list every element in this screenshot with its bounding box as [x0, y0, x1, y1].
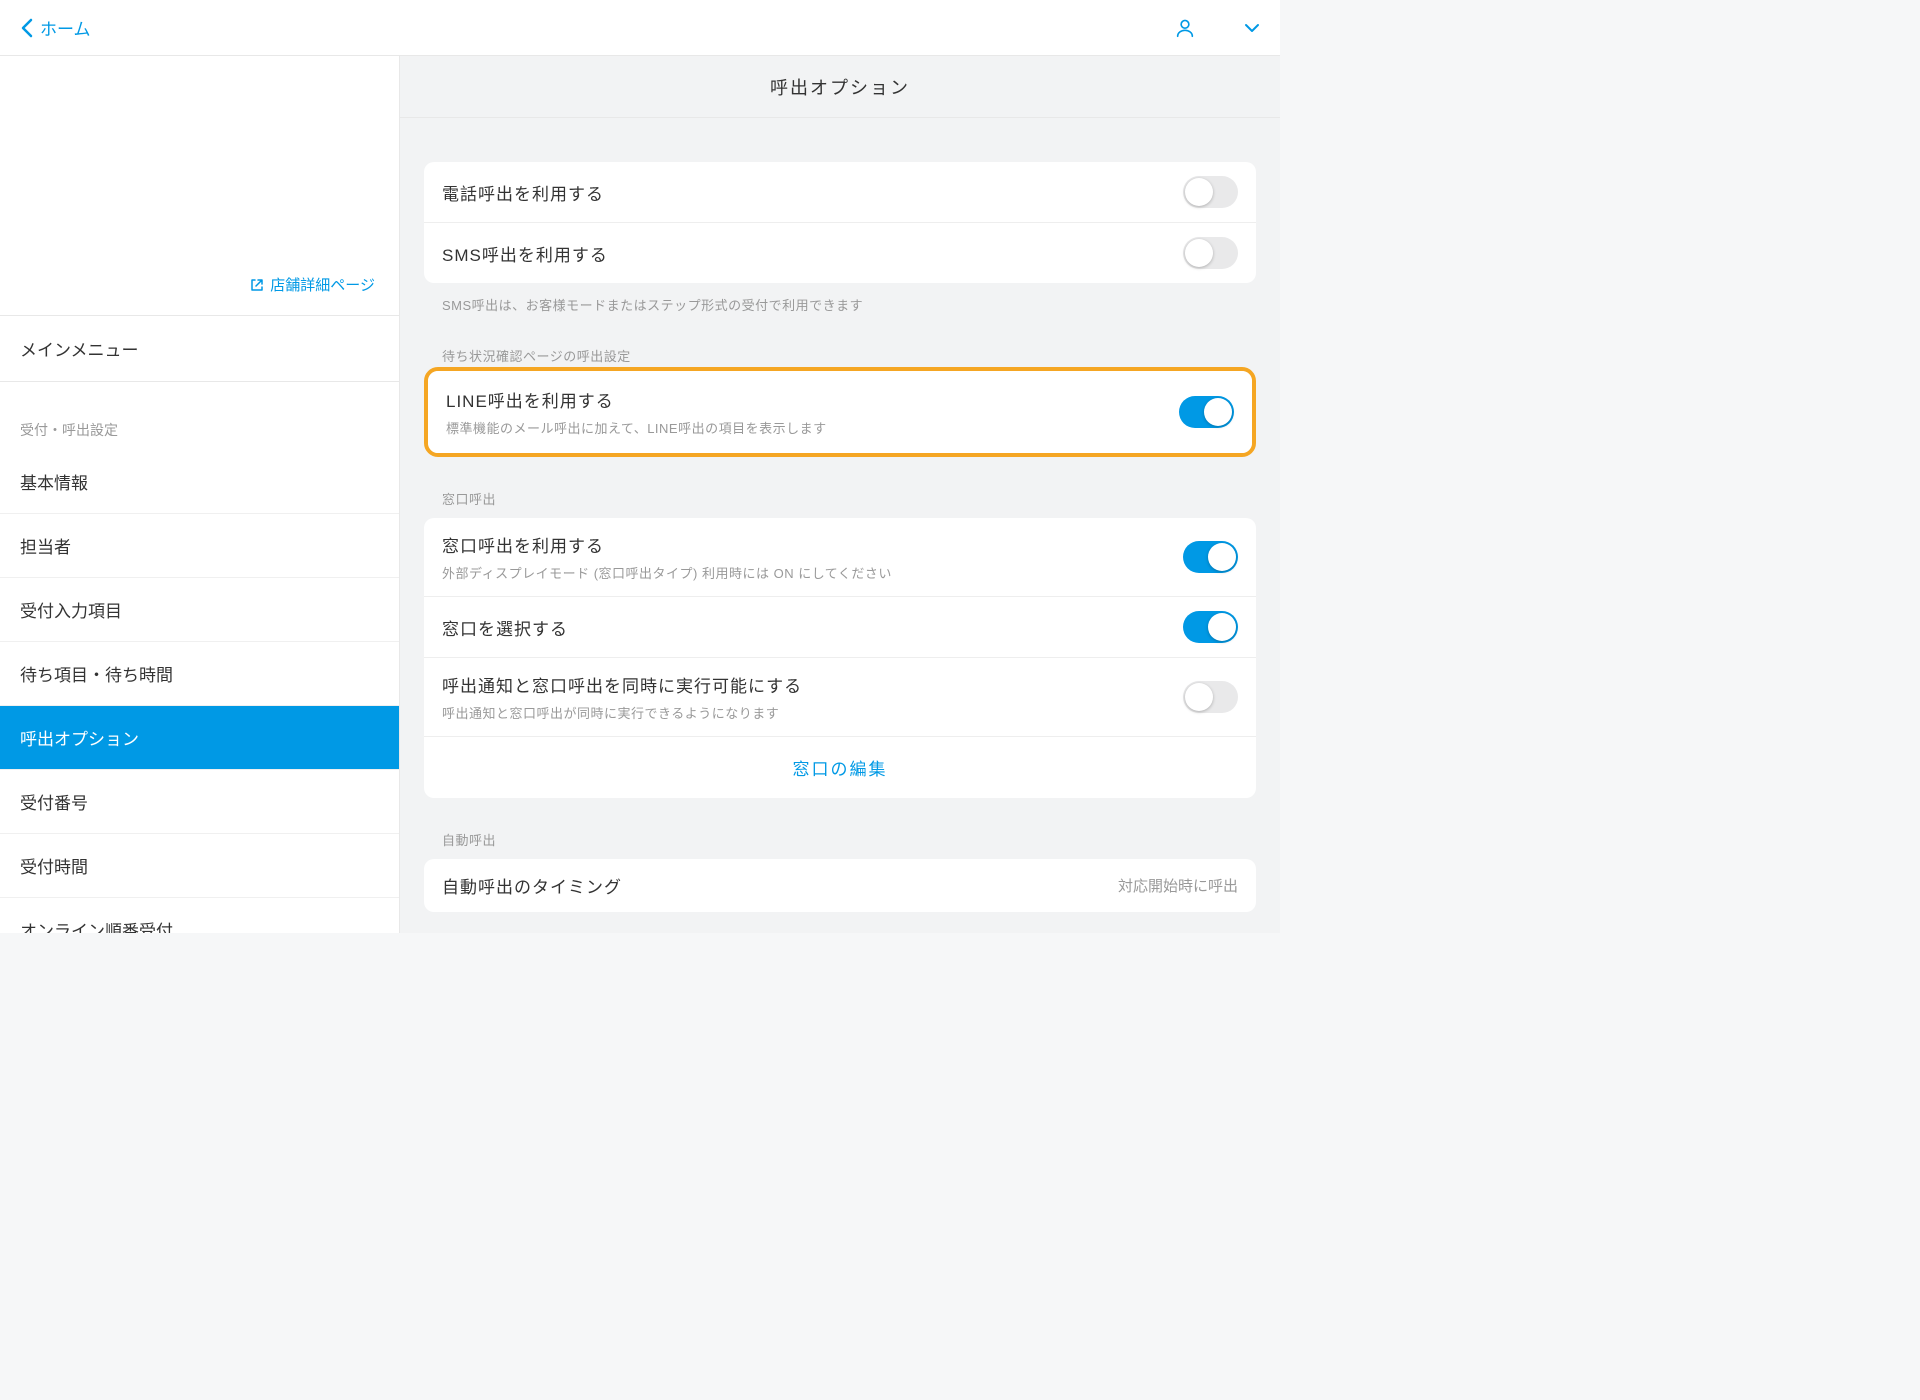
toggle-sms[interactable] — [1183, 237, 1238, 269]
toggle-row-sms: SMS呼出を利用する — [424, 222, 1256, 283]
sidebar-item-4[interactable]: 呼出オプション — [0, 706, 399, 770]
auto-timing-value: 対応開始時に呼出 — [1118, 875, 1238, 896]
row-sub: 外部ディスプレイモード (窓口呼出タイプ) 利用時には ON にしてください — [442, 563, 1183, 582]
toggle-window-use[interactable] — [1183, 541, 1238, 573]
auto-section-label: 自動呼出 — [424, 798, 1256, 859]
row-sub: 標準機能のメール呼出に加えて、LINE呼出の項目を表示します — [446, 418, 1179, 437]
sidebar-item-0[interactable]: 基本情報 — [0, 450, 399, 514]
edit-windows-link[interactable]: 窓口の編集 — [424, 736, 1256, 798]
toggle-phone[interactable] — [1183, 176, 1238, 208]
window-call-card: 窓口呼出を利用する 外部ディスプレイモード (窓口呼出タイプ) 利用時には ON… — [424, 518, 1256, 798]
toggle-window-select[interactable] — [1183, 611, 1238, 643]
wait-section-label: 待ち状況確認ページの呼出設定 — [424, 314, 1256, 369]
row-title: LINE呼出を利用する — [446, 387, 1179, 412]
header-right — [1174, 17, 1260, 39]
sidebar: 店舗詳細ページ メインメニュー 受付・呼出設定 基本情報担当者受付入力項目待ち項… — [0, 56, 400, 933]
toggle-row-window-select: 窓口を選択する — [424, 596, 1256, 657]
back-label: ホーム — [40, 15, 91, 40]
chevron-left-icon — [20, 18, 34, 38]
toggle-simultaneous[interactable] — [1183, 681, 1238, 713]
main-menu-item[interactable]: メインメニュー — [0, 316, 399, 382]
row-title: 窓口呼出を利用する — [442, 532, 1183, 557]
row-title: 自動呼出のタイミング — [442, 873, 1118, 898]
sidebar-item-6[interactable]: 受付時間 — [0, 834, 399, 898]
user-icon[interactable] — [1174, 17, 1196, 39]
call-methods-card: 電話呼出を利用する SMS呼出を利用する — [424, 162, 1256, 283]
sidebar-item-1[interactable]: 担当者 — [0, 514, 399, 578]
store-link-area: 店舗詳細ページ — [0, 56, 399, 316]
page-title: 呼出オプション — [400, 56, 1280, 118]
sidebar-item-2[interactable]: 受付入力項目 — [0, 578, 399, 642]
toggle-row-window-use: 窓口呼出を利用する 外部ディスプレイモード (窓口呼出タイプ) 利用時には ON… — [424, 518, 1256, 596]
sidebar-item-7[interactable]: オンライン順番受付 — [0, 898, 399, 933]
highlighted-line-setting: LINE呼出を利用する 標準機能のメール呼出に加えて、LINE呼出の項目を表示し… — [424, 367, 1256, 457]
sidebar-item-5[interactable]: 受付番号 — [0, 770, 399, 834]
sidebar-item-3[interactable]: 待ち項目・待ち時間 — [0, 642, 399, 706]
back-button[interactable]: ホーム — [20, 15, 91, 40]
toggle-row-line: LINE呼出を利用する 標準機能のメール呼出に加えて、LINE呼出の項目を表示し… — [428, 371, 1252, 453]
sidebar-section-label: 受付・呼出設定 — [0, 382, 399, 450]
toggle-row-simultaneous: 呼出通知と窓口呼出を同時に実行可能にする 呼出通知と窓口呼出が同時に実行できるよ… — [424, 657, 1256, 736]
toggle-row-phone: 電話呼出を利用する — [424, 162, 1256, 222]
store-detail-link[interactable]: 店舗詳細ページ — [250, 274, 375, 295]
auto-timing-row[interactable]: 自動呼出のタイミング 対応開始時に呼出 — [424, 859, 1256, 912]
external-link-icon — [250, 278, 264, 292]
window-section-label: 窓口呼出 — [424, 457, 1256, 518]
row-title: 電話呼出を利用する — [442, 180, 1183, 205]
main: 呼出オプション 電話呼出を利用する SMS呼出を利用する SMS呼出は、お客様モ… — [400, 56, 1280, 933]
store-link-label: 店舗詳細ページ — [270, 274, 375, 295]
auto-call-card: 自動呼出のタイミング 対応開始時に呼出 — [424, 859, 1256, 912]
toggle-line[interactable] — [1179, 396, 1234, 428]
row-title: 呼出通知と窓口呼出を同時に実行可能にする — [442, 672, 1183, 697]
row-title: 窓口を選択する — [442, 615, 1183, 640]
row-title: SMS呼出を利用する — [442, 241, 1183, 266]
chevron-down-icon[interactable] — [1244, 23, 1260, 33]
sms-note: SMS呼出は、お客様モードまたはステップ形式の受付で利用できます — [424, 283, 1256, 314]
header: ホーム — [0, 0, 1280, 56]
row-sub: 呼出通知と窓口呼出が同時に実行できるようになります — [442, 703, 1183, 722]
